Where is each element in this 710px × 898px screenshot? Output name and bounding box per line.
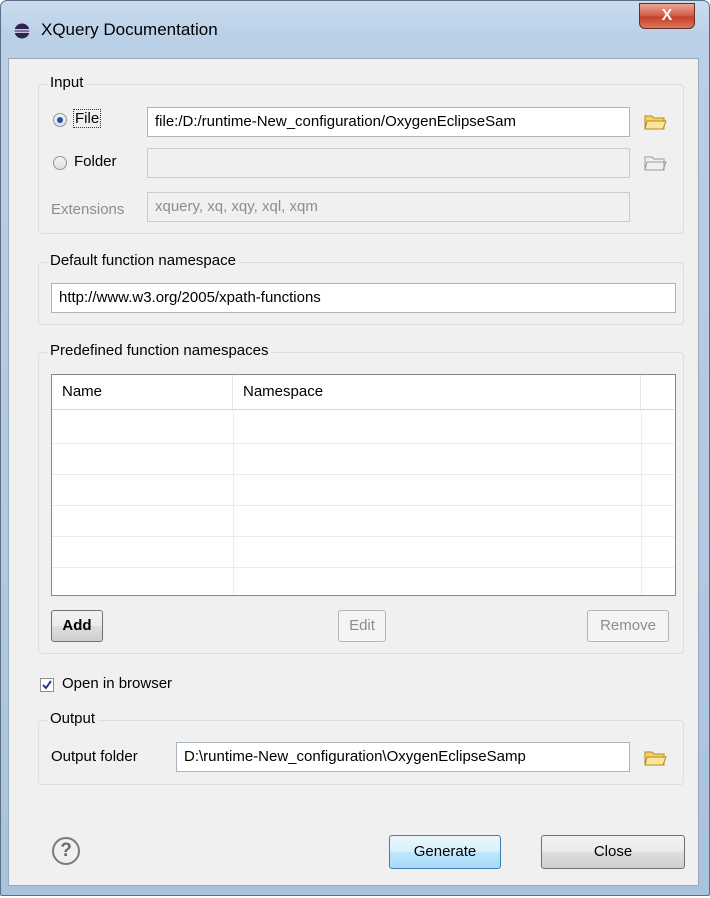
extensions-label: Extensions [51, 201, 125, 218]
predefined-namespaces-label: Predefined function namespaces [47, 342, 272, 359]
table-row [52, 413, 674, 444]
browse-file-folder-icon[interactable] [643, 112, 667, 132]
table-row [52, 568, 674, 595]
title-bar[interactable]: XQuery Documentation X [1, 1, 709, 59]
table-row [52, 475, 674, 506]
table-row [52, 506, 674, 537]
file-path-input[interactable]: file:/D:/runtime-New_configuration/Oxyge… [147, 107, 630, 137]
folder-radio-label[interactable]: Folder [74, 153, 117, 170]
window-title: XQuery Documentation [41, 20, 218, 39]
namespaces-table[interactable]: Name Namespace [51, 374, 676, 596]
folder-radio[interactable] [53, 156, 67, 170]
file-radio[interactable] [53, 113, 67, 127]
help-icon[interactable]: ? [52, 837, 80, 865]
open-in-browser-checkbox[interactable] [40, 678, 54, 692]
output-folder-label: Output folder [51, 748, 138, 765]
eclipse-icon [14, 23, 30, 39]
output-folder-input[interactable]: D:\runtime-New_configuration\OxygenEclip… [176, 742, 630, 772]
column-header-name[interactable]: Name [52, 375, 233, 409]
generate-button[interactable]: Generate [389, 835, 501, 869]
open-in-browser-label[interactable]: Open in browser [62, 675, 172, 692]
table-row [52, 444, 674, 475]
close-button[interactable]: Close [541, 835, 685, 869]
checkmark-icon [42, 680, 52, 690]
folder-path-input[interactable] [147, 148, 630, 178]
browse-folder-icon[interactable] [643, 153, 667, 173]
close-window-button[interactable]: X [639, 3, 695, 29]
add-button[interactable]: Add [51, 610, 103, 642]
default-namespace-input[interactable]: http://www.w3.org/2005/xpath-functions [51, 283, 676, 313]
edit-button[interactable]: Edit [338, 610, 386, 642]
table-row [52, 537, 674, 568]
table-header: Name Namespace [52, 375, 674, 410]
file-radio-label[interactable]: File [72, 109, 102, 128]
column-header-namespace[interactable]: Namespace [233, 375, 641, 409]
input-group-label: Input [47, 74, 87, 91]
default-namespace-label: Default function namespace [47, 252, 239, 269]
browse-output-folder-icon[interactable] [643, 748, 667, 768]
output-group-label: Output [47, 710, 99, 727]
remove-button[interactable]: Remove [587, 610, 669, 642]
extensions-input[interactable]: xquery, xq, xqy, xql, xqm [147, 192, 630, 222]
